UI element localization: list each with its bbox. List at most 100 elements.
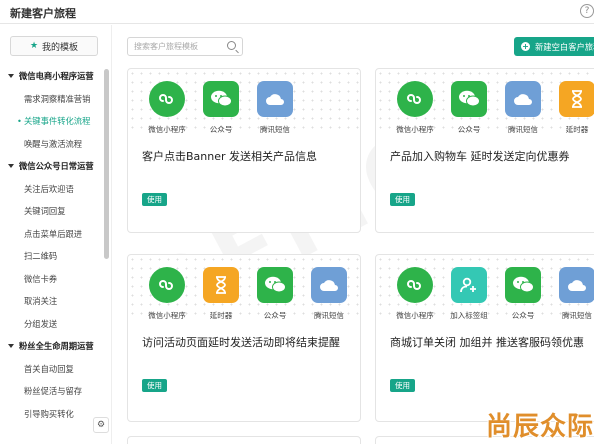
flow-node-label: 公众号 — [209, 125, 233, 134]
flow-icons: 微信小程序 公众号 腾讯短信 延时器 — [388, 81, 594, 135]
cloud-sms-icon — [311, 267, 347, 303]
card-title: 客户点击Banner 发送相关产品信息 — [142, 150, 318, 163]
flow-node: 微信小程序 — [140, 81, 194, 135]
flow-node-label: 公众号 — [263, 311, 287, 320]
flow-node: 公众号 — [248, 267, 302, 321]
template-card[interactable]: 微信小程序 延时器 公众号 腾讯短信访问活动页面延时发送活动即将结束提醒 使用 — [127, 254, 361, 422]
active-dot-icon: • — [17, 116, 22, 126]
menu-group-fan-lifecycle[interactable]: 粉丝全生命周期运营 — [0, 335, 104, 358]
menu-item[interactable]: 需求洞察精准营销 — [0, 88, 104, 111]
cloud-sms-icon — [505, 81, 541, 117]
search-icon[interactable] — [227, 41, 236, 50]
caret-down-icon — [8, 73, 14, 78]
menu-item[interactable]: 扫二维码 — [0, 245, 104, 268]
menu-item-active[interactable]: • 关键事件转化流程 — [0, 110, 104, 133]
search-input[interactable]: 搜索客户旅程模板 — [127, 37, 243, 56]
flow-node-label: 腾讯短信 — [562, 311, 592, 320]
flow-node-label: 公众号 — [457, 125, 481, 134]
help-icon[interactable]: ? — [580, 4, 594, 18]
use-button[interactable]: 使用 — [390, 193, 415, 206]
flow-node: 延时器 — [550, 81, 594, 135]
flow-icons: 微信小程序 公众号 腾讯短信 — [140, 81, 302, 135]
add-tag-icon — [451, 267, 487, 303]
my-templates-button[interactable]: ★ 我的模板 — [10, 36, 98, 56]
flow-node: 微信小程序 — [140, 267, 194, 321]
caret-down-icon — [8, 163, 14, 168]
menu-group-official-account[interactable]: 微信公众号日常运营 — [0, 155, 104, 178]
flow-node-label: 加入标签组 — [450, 311, 488, 320]
flow-node: 微信小程序 — [388, 81, 442, 135]
menu-item[interactable]: 首关自动回复 — [0, 358, 104, 381]
menu-group-label: 微信电商小程序运营 — [19, 71, 94, 81]
cloud-sms-icon — [257, 81, 293, 117]
flow-node-label: 微信小程序 — [148, 311, 186, 320]
sidebar: ★ 我的模板 微信电商小程序运营 需求洞察精准营销 • 关键事件转化流程 唤醒与激… — [0, 25, 112, 444]
flow-node: 腾讯短信 — [302, 267, 356, 321]
flow-icons: 微信小程序 延时器 公众号 腾讯短信 — [140, 267, 356, 321]
flow-node: 腾讯短信 — [496, 81, 550, 135]
flow-node: 加入标签组 — [442, 267, 496, 321]
template-card[interactable]: 微信小程序 加入标签组 公众号 腾讯短信商城订单关闭 加组并 推送客服码领优惠 使用 — [375, 254, 594, 422]
card-title: 产品加入购物车 延时发送定向优惠券 — [390, 150, 570, 163]
menu-group-label: 粉丝全生命周期运营 — [19, 341, 94, 351]
menu-item[interactable]: 唤醒与激活流程 — [0, 133, 104, 156]
gear-icon[interactable]: ⚙ — [93, 417, 109, 433]
title-bar: 新建客户旅程 ? — [0, 0, 594, 24]
flow-node: 腾讯短信 — [248, 81, 302, 135]
flow-node-label: 延时器 — [209, 311, 233, 320]
caret-down-icon — [8, 343, 14, 348]
flow-node-label: 腾讯短信 — [508, 125, 538, 134]
card-title: 商城订单关闭 加组并 推送客服码领优惠 — [390, 336, 584, 349]
flow-node: 延时器 — [194, 267, 248, 321]
wechat-icon — [505, 267, 541, 303]
miniprogram-icon — [397, 81, 433, 117]
use-button[interactable]: 使用 — [142, 379, 167, 392]
menu-item[interactable]: 引导购买转化 — [0, 403, 104, 426]
flow-node-label: 公众号 — [511, 311, 535, 320]
card-title: 访问活动页面延时发送活动即将结束提醒 — [142, 336, 340, 349]
template-card[interactable]: 微信小程序 公众号 腾讯短信客户点击Banner 发送相关产品信息 使用 — [127, 68, 361, 233]
flow-node-label: 微信小程序 — [396, 125, 434, 134]
menu-item-label: 关键事件转化流程 — [24, 116, 91, 126]
menu-item[interactable]: 微信卡券 — [0, 268, 104, 291]
hourglass-icon — [203, 267, 239, 303]
star-icon: ★ — [29, 41, 39, 51]
flow-node-label: 腾讯短信 — [260, 125, 290, 134]
use-button[interactable]: 使用 — [142, 193, 167, 206]
wechat-icon — [203, 81, 239, 117]
miniprogram-icon — [149, 267, 185, 303]
template-card[interactable]: 微信小程序 公众号 腾讯短信 延时器产品加入购物车 延时发送定向优惠券 使用 — [375, 68, 594, 233]
wechat-icon — [257, 267, 293, 303]
use-button[interactable]: 使用 — [390, 379, 415, 392]
flow-node-label: 延时器 — [565, 125, 589, 134]
flow-node: 微信小程序 — [388, 267, 442, 321]
template-card-partial[interactable] — [127, 436, 361, 444]
hourglass-icon — [559, 81, 594, 117]
miniprogram-icon — [149, 81, 185, 117]
menu-item[interactable]: 点击菜单后跟进 — [0, 223, 104, 246]
flow-node-label: 腾讯短信 — [314, 311, 344, 320]
sidebar-scrollbar[interactable] — [104, 69, 109, 259]
flow-node: 公众号 — [496, 267, 550, 321]
cloud-sms-icon — [559, 267, 594, 303]
page-title: 新建客户旅程 — [10, 7, 76, 20]
menu-item[interactable]: 关注后欢迎语 — [0, 178, 104, 201]
wechat-icon — [451, 81, 487, 117]
flow-node: 公众号 — [442, 81, 496, 135]
menu-group-label: 微信公众号日常运营 — [19, 161, 94, 171]
menu-item[interactable]: 分组发送 — [0, 313, 104, 336]
template-menu: 微信电商小程序运营 需求洞察精准营销 • 关键事件转化流程 唤醒与激活流程 微信公… — [0, 65, 104, 425]
menu-group-miniprogram[interactable]: 微信电商小程序运营 — [0, 65, 104, 88]
plus-icon: + — [521, 42, 530, 51]
flow-node: 公众号 — [194, 81, 248, 135]
search-placeholder: 搜索客户旅程模板 — [134, 42, 198, 51]
flow-node: 腾讯短信 — [550, 267, 594, 321]
menu-item[interactable]: 取消关注 — [0, 290, 104, 313]
app-window: 新建客户旅程 ? ★ 我的模板 微信电商小程序运营 需求洞察精准营销 • 关键事件… — [0, 0, 594, 444]
menu-item[interactable]: 关键词回复 — [0, 200, 104, 223]
new-journey-button[interactable]: + 新建空白客户旅程 — [514, 37, 594, 56]
flow-icons: 微信小程序 加入标签组 公众号 腾讯短信 — [388, 267, 594, 321]
miniprogram-icon — [397, 267, 433, 303]
menu-item[interactable]: 粉丝促活与留存 — [0, 380, 104, 403]
new-journey-label: 新建空白客户旅程 — [535, 41, 594, 52]
